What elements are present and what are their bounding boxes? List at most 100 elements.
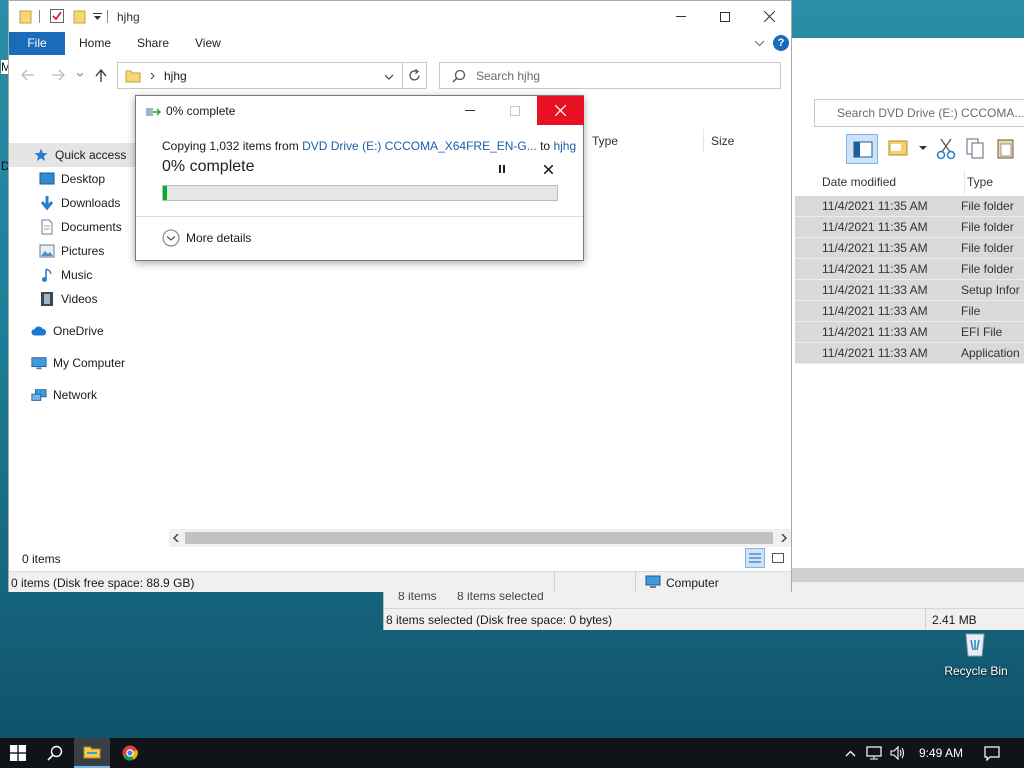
- divider: [107, 10, 108, 23]
- new-folder-icon[interactable]: [73, 8, 87, 24]
- up-arrow-icon[interactable]: [95, 69, 107, 83]
- search-icon: [47, 745, 63, 761]
- status-bar: 0 items (Disk free space: 88.9 GB) Compu…: [9, 571, 791, 592]
- start-button[interactable]: [0, 738, 36, 768]
- table-row[interactable]: 11/4/2021 11:35 AM File folder: [795, 196, 1024, 217]
- column-header-type[interactable]: Type: [584, 129, 704, 153]
- help-button[interactable]: ?: [773, 35, 789, 51]
- action-center-button[interactable]: [978, 738, 1006, 768]
- show-hidden-icons-button[interactable]: [840, 738, 860, 768]
- details-view-icon: [749, 553, 761, 563]
- tab-file[interactable]: File: [9, 32, 65, 55]
- divider: [136, 216, 583, 217]
- nav-item-network[interactable]: Network: [9, 383, 165, 407]
- nav-item-music[interactable]: Music: [9, 263, 165, 287]
- network-tray-button[interactable]: [864, 738, 884, 768]
- explorer-window: hjhg File Home Share View ? hjhg Search …: [8, 0, 792, 592]
- dialog-maximize-button[interactable]: [492, 96, 537, 125]
- tab-view[interactable]: View: [195, 32, 221, 55]
- minimize-button[interactable]: [659, 1, 703, 32]
- column-header-date[interactable]: Date modified: [795, 170, 965, 194]
- items-bar: 0 items: [9, 547, 791, 571]
- tab-home[interactable]: Home: [79, 32, 111, 55]
- expand-ribbon-icon[interactable]: [754, 40, 765, 47]
- divider: [635, 572, 636, 592]
- details-view-button[interactable]: [745, 548, 765, 568]
- network-icon: [866, 746, 882, 760]
- table-row[interactable]: 11/4/2021 11:33 AM EFI File: [795, 322, 1024, 343]
- cut-icon[interactable]: [935, 137, 957, 161]
- dialog-minimize-button[interactable]: [447, 96, 492, 125]
- navigation-bar: hjhg Search hjhg: [9, 55, 791, 97]
- preview-pane-button[interactable]: [846, 134, 878, 164]
- row-date: 11/4/2021 11:33 AM: [822, 346, 928, 360]
- back-arrow-icon[interactable]: [21, 69, 35, 81]
- chevron-down-icon[interactable]: [918, 145, 928, 151]
- nav-label: OneDrive: [53, 324, 104, 338]
- search-button[interactable]: [37, 738, 73, 768]
- back-view-toolbar: [846, 132, 1024, 166]
- table-row[interactable]: 11/4/2021 11:35 AM File folder: [795, 238, 1024, 259]
- nav-item-my-computer[interactable]: My Computer: [9, 351, 165, 375]
- column-header-size[interactable]: Size: [705, 129, 785, 153]
- volume-button[interactable]: [888, 738, 908, 768]
- large-icons-view-button[interactable]: [769, 549, 787, 567]
- row-date: 11/4/2021 11:35 AM: [822, 241, 928, 255]
- recycle-bin[interactable]: Recycle Bin: [940, 628, 1012, 684]
- address-history-chevron-icon[interactable]: [384, 74, 394, 80]
- taskbar-file-explorer[interactable]: [74, 738, 110, 768]
- divider: [925, 609, 926, 630]
- computer-icon: [645, 575, 661, 588]
- preview-pane-icon: [853, 141, 873, 158]
- scrollbar-thumb[interactable]: [185, 532, 773, 544]
- paste-icon[interactable]: [995, 136, 1017, 160]
- refresh-button[interactable]: [403, 62, 427, 89]
- pause-button[interactable]: [493, 160, 511, 178]
- help-icon: ?: [777, 37, 785, 49]
- chevron-up-icon: [845, 750, 855, 756]
- destination-link[interactable]: hjhg: [553, 139, 576, 153]
- cancel-copy-button[interactable]: [539, 160, 557, 178]
- horizontal-scrollbar[interactable]: [169, 529, 791, 547]
- tab-share[interactable]: Share: [137, 32, 169, 55]
- row-type: EFI File: [961, 325, 1003, 339]
- scroll-left-icon[interactable]: [173, 534, 179, 542]
- breadcrumb[interactable]: hjhg: [164, 69, 187, 83]
- table-row[interactable]: 11/4/2021 11:33 AM Application: [795, 343, 1024, 364]
- nav-label: Videos: [61, 292, 98, 306]
- taskbar-chrome[interactable]: [112, 738, 148, 768]
- nav-item-onedrive[interactable]: OneDrive: [9, 319, 165, 343]
- close-button[interactable]: [747, 1, 791, 32]
- folder-layout-icon[interactable]: [888, 137, 910, 159]
- column-header-date-label: Date modified: [822, 175, 897, 189]
- more-details-button[interactable]: More details: [162, 228, 251, 248]
- scroll-right-icon[interactable]: [781, 534, 787, 542]
- properties-check-icon[interactable]: [49, 8, 65, 24]
- recent-locations-chevron-icon[interactable]: [76, 72, 84, 78]
- chevron-down-circle-icon: [162, 229, 180, 247]
- table-row[interactable]: 11/4/2021 11:33 AM File: [795, 301, 1024, 322]
- star-icon: [33, 147, 49, 163]
- recycle-bin-label: Recycle Bin: [944, 664, 1008, 678]
- table-row[interactable]: 11/4/2021 11:33 AM Setup Infor: [795, 280, 1024, 301]
- film-strip-icon: [39, 291, 55, 307]
- column-header-type[interactable]: Type: [966, 170, 1024, 194]
- nav-item-videos[interactable]: Videos: [9, 287, 165, 311]
- clock[interactable]: 9:49 AM: [910, 738, 972, 768]
- table-row[interactable]: 11/4/2021 11:35 AM File folder: [795, 217, 1024, 238]
- minimize-icon: [676, 16, 686, 17]
- window-title: hjhg: [117, 10, 140, 24]
- quick-access-toolbar-dropdown-icon[interactable]: [93, 13, 102, 21]
- forward-arrow-icon[interactable]: [51, 69, 65, 81]
- address-bar[interactable]: hjhg: [117, 62, 403, 89]
- download-arrow-icon: [39, 195, 55, 211]
- row-date: 11/4/2021 11:35 AM: [822, 199, 928, 213]
- search-input[interactable]: Search hjhg: [439, 62, 781, 89]
- copy-icon[interactable]: [965, 137, 987, 161]
- back-disk-status: 8 items selected (Disk free space: 0 byt…: [386, 613, 613, 627]
- source-link[interactable]: DVD Drive (E:) CCCOMA_X64FRE_EN-G...: [302, 139, 537, 153]
- maximize-button[interactable]: [703, 1, 747, 32]
- dialog-close-button[interactable]: [537, 96, 584, 125]
- pause-icon: [499, 165, 505, 173]
- table-row[interactable]: 11/4/2021 11:35 AM File folder: [795, 259, 1024, 280]
